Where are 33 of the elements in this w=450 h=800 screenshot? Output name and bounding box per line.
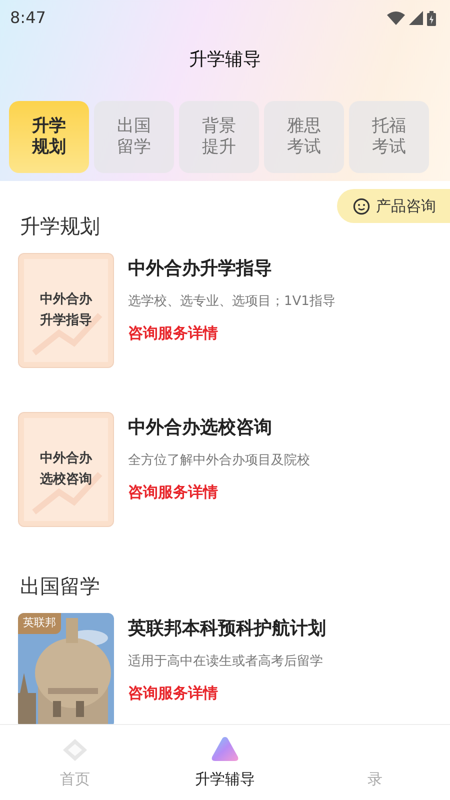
item-description: 适用于高中在读生或者高考后留学 [128, 653, 324, 671]
nav-tab[interactable]: 首页 [0, 725, 150, 800]
item-description: 选学校、选专业、选项目；1V1指导 [128, 293, 336, 311]
item-title: 英联邦本科预科护航计划 [128, 617, 326, 641]
trend-line-icon [31, 312, 103, 356]
trend-line-icon [31, 471, 103, 515]
thumbnail-text: 中外合办选校咨询 [39, 450, 94, 488]
details-link[interactable]: 咨询服务详情 [128, 322, 336, 344]
picture-tag: 英联邦 [18, 613, 61, 634]
page-title: 升学辅导 [188, 48, 262, 72]
nav-tab[interactable]: 升学辅导 [150, 725, 300, 800]
smiley-icon [353, 198, 370, 214]
item-description: 全方位了解中外合办项目及院校 [128, 452, 310, 470]
section-title: 升学规划 [19, 213, 101, 240]
item-title: 中外合办选校咨询 [128, 416, 273, 440]
category-tab[interactable]: 雅思考试 [264, 101, 344, 173]
product-consult-button[interactable]: 产品咨询 [337, 189, 450, 223]
signal-icon [409, 11, 423, 25]
details-link[interactable]: 咨询服务详情 [128, 480, 310, 503]
battery-icon [427, 10, 436, 26]
category-tab[interactable]: 升学规划 [9, 101, 89, 173]
status-time: 8:47 [10, 7, 46, 29]
category-tab[interactable]: 背景提升 [179, 101, 259, 173]
details-link[interactable]: 咨询服务详情 [128, 682, 326, 704]
section-title: 出国留学 [19, 573, 101, 600]
home-icon [62, 738, 88, 762]
item-title: 中外合办升学指导 [128, 257, 273, 281]
wifi-icon [387, 11, 405, 25]
nav-tab[interactable]: 录 [300, 725, 450, 800]
category-tab[interactable]: 托福考试 [349, 101, 429, 173]
category-tab[interactable]: 出国留学 [94, 101, 174, 173]
thumbnail-text: 中外合办升学指导 [39, 291, 94, 330]
triangle-icon [211, 736, 239, 762]
